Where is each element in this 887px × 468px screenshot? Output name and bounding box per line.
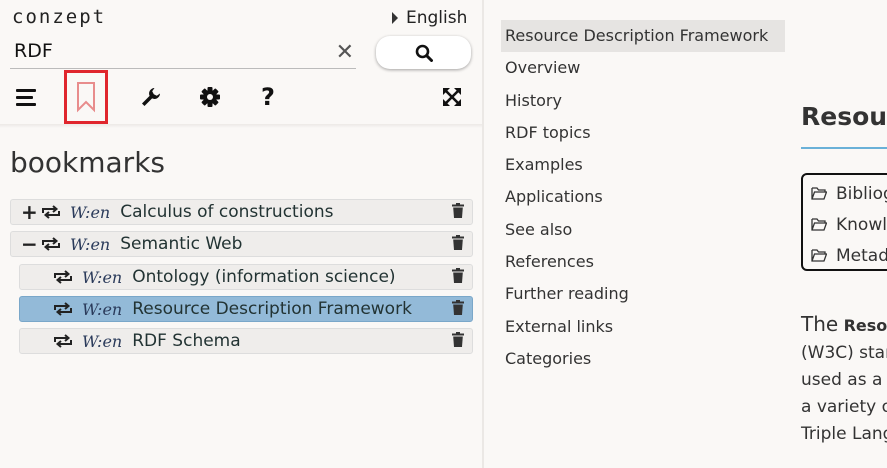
- toc-item-overview[interactable]: Overview: [501, 52, 785, 84]
- article-body: The Resou (W3C) stan used as a g a varie…: [801, 311, 887, 448]
- tools-button[interactable]: [134, 80, 168, 114]
- related-topic-link[interactable]: Knowl: [803, 209, 887, 240]
- folder-open-icon: [811, 218, 827, 231]
- search-button[interactable]: [376, 36, 471, 69]
- toolbar-divider: [0, 124, 482, 128]
- settings-button[interactable]: [193, 80, 227, 114]
- clear-x-icon[interactable]: ✕: [336, 40, 354, 65]
- search-bar: ✕: [10, 36, 356, 69]
- app-logo[interactable]: conzept: [12, 6, 106, 28]
- article-text-line: a variety o: [801, 397, 887, 417]
- search-icon: [415, 44, 433, 62]
- bookmarks-heading: bookmarks: [10, 146, 165, 179]
- related-topic-link[interactable]: Bibliog: [803, 178, 887, 209]
- folder-open-icon: [811, 187, 827, 200]
- source-wikipedia-en: W:en: [70, 234, 111, 254]
- article-text-line: used as a g: [801, 370, 887, 390]
- title-underline: [801, 147, 887, 149]
- expand-plus-icon[interactable]: +: [21, 202, 38, 222]
- bookmark-label: Ontology (information science): [132, 267, 396, 287]
- sync-icon[interactable]: [40, 236, 62, 252]
- article-text-bold: Resou: [843, 316, 887, 335]
- caret-right-icon: [392, 12, 398, 24]
- hamburger-menu-icon: [16, 89, 36, 106]
- article-title: Resour: [801, 102, 887, 131]
- bookmark-label: Resource Description Framework: [132, 299, 412, 319]
- panel-divider[interactable]: [482, 0, 484, 468]
- bookmark-item[interactable]: + W:en Calculus of constructions: [10, 199, 473, 225]
- fullscreen-button[interactable]: [435, 80, 469, 114]
- collapse-minus-icon[interactable]: −: [21, 234, 38, 254]
- toc-item-applications[interactable]: Applications: [501, 181, 785, 213]
- expand-fullscreen-icon: [443, 88, 461, 106]
- toc-item-further-reading[interactable]: Further reading: [501, 278, 785, 310]
- trash-icon[interactable]: [452, 300, 464, 315]
- source-wikipedia-en: W:en: [70, 202, 111, 222]
- bookmark-item-active[interactable]: W:en Resource Description Framework: [19, 296, 473, 322]
- toolbar: ?: [0, 70, 482, 126]
- trash-icon[interactable]: [452, 268, 464, 283]
- bookmark-label: Calculus of constructions: [120, 202, 334, 222]
- toc-item-see-also[interactable]: See also: [501, 214, 785, 246]
- toc-item-title[interactable]: Resource Description Framework: [501, 20, 785, 53]
- sync-icon[interactable]: [40, 204, 62, 220]
- trash-icon[interactable]: [452, 332, 464, 347]
- sync-icon[interactable]: [52, 333, 74, 349]
- question-icon: ?: [261, 83, 275, 111]
- bookmark-item[interactable]: W:en Ontology (information science): [19, 264, 473, 290]
- toc-item-references[interactable]: References: [501, 246, 785, 278]
- gear-icon: [200, 87, 220, 107]
- wrench-icon: [142, 88, 160, 106]
- language-selector[interactable]: English: [392, 8, 467, 28]
- sidebar: conzept English ✕: [0, 0, 482, 468]
- related-topics-box: Bibliog Knowl Metad: [801, 173, 887, 271]
- sync-icon[interactable]: [52, 301, 74, 317]
- related-topic-label: Metad: [836, 245, 887, 266]
- toc-item-external-links[interactable]: External links: [501, 311, 785, 343]
- bookmark-item[interactable]: − W:en Semantic Web: [10, 231, 473, 257]
- help-button[interactable]: ?: [251, 80, 285, 114]
- language-label: English: [406, 8, 468, 28]
- toc-item-categories[interactable]: Categories: [501, 343, 785, 375]
- bookmark-icon: [77, 82, 95, 113]
- bookmarks-button[interactable]: [64, 70, 108, 124]
- toc-item-history[interactable]: History: [501, 85, 785, 117]
- menu-button[interactable]: [10, 80, 44, 114]
- source-wikipedia-en: W:en: [82, 299, 123, 319]
- bookmark-item[interactable]: W:en RDF Schema: [19, 328, 473, 354]
- folder-open-icon: [811, 249, 827, 262]
- related-topic-link[interactable]: Metad: [803, 240, 887, 271]
- sync-icon[interactable]: [52, 269, 74, 285]
- article-text-dropcap: The: [801, 312, 839, 336]
- trash-icon[interactable]: [452, 203, 464, 218]
- toc-item-rdf-topics[interactable]: RDF topics: [501, 117, 785, 149]
- table-of-contents: Resource Description Framework Overview …: [501, 20, 785, 375]
- related-topic-label: Bibliog: [836, 183, 887, 204]
- source-wikipedia-en: W:en: [82, 331, 123, 351]
- related-topic-label: Knowl: [836, 214, 887, 235]
- toc-item-examples[interactable]: Examples: [501, 149, 785, 181]
- trash-icon[interactable]: [452, 235, 464, 250]
- article-text-line: (W3C) stan: [801, 343, 887, 363]
- bookmark-label: Semantic Web: [120, 234, 243, 254]
- source-wikipedia-en: W:en: [82, 267, 123, 287]
- bookmark-label: RDF Schema: [132, 331, 241, 351]
- search-input[interactable]: [14, 36, 314, 66]
- article-text-line: Triple Lang: [801, 424, 887, 444]
